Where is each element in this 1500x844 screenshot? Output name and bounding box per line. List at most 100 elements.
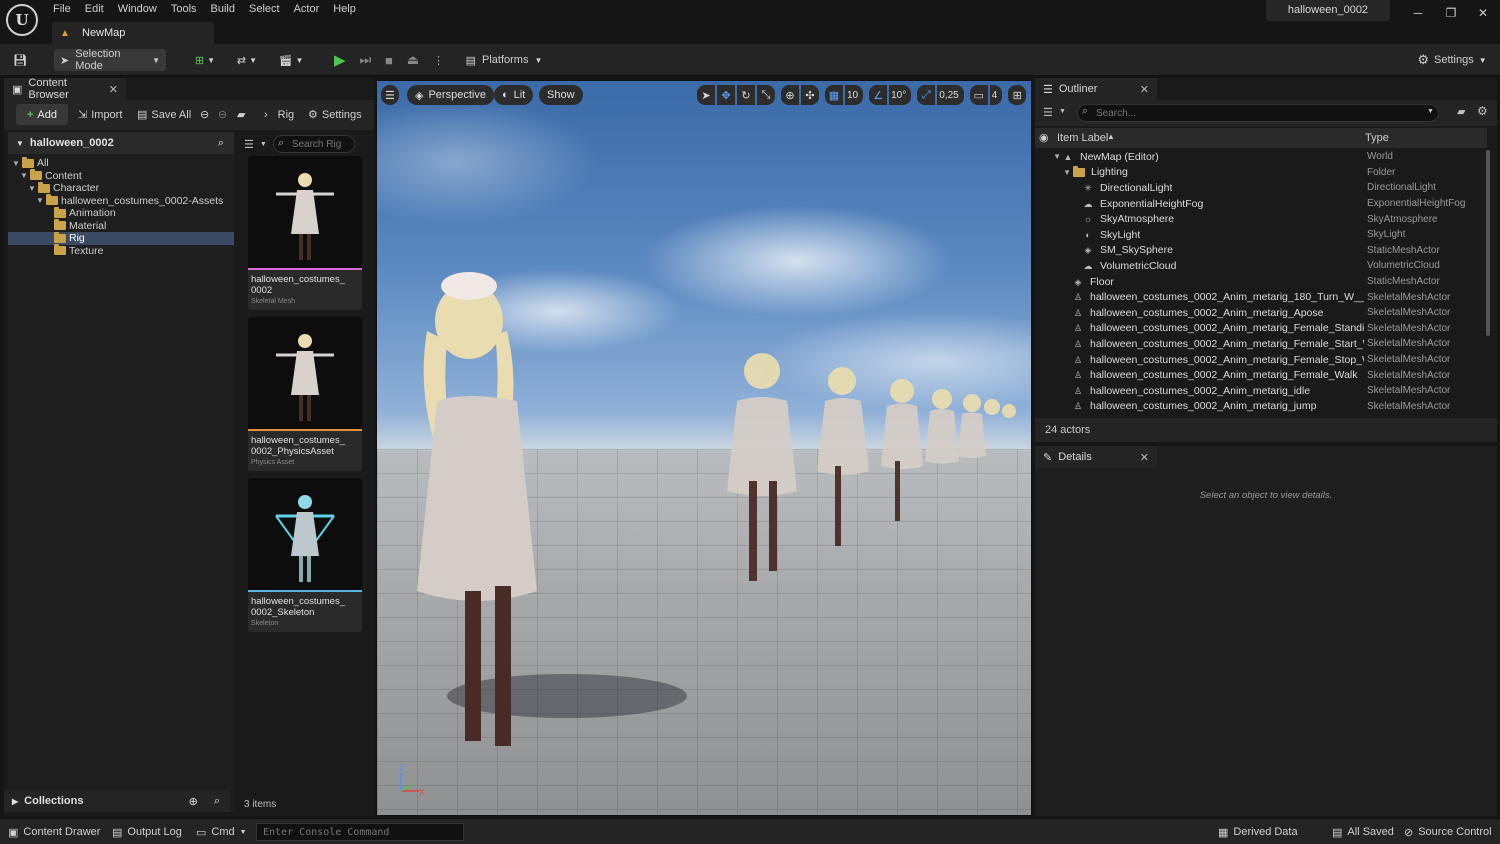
type-header[interactable]: Type [1365, 132, 1389, 144]
add-button[interactable]: + Add [16, 104, 68, 125]
map-tab[interactable]: ▲ NewMap [52, 22, 214, 44]
translate-tool-icon[interactable]: ✥ [717, 85, 735, 105]
asset-tile[interactable]: halloween_costumes_ 0002_PhysicsAsset Phy… [248, 317, 362, 471]
menu-build[interactable]: Build [204, 0, 242, 20]
outliner-row[interactable]: ♙ halloween_costumes_0002_Anim_metarig_id… [1035, 383, 1487, 399]
outliner-row[interactable]: ♙ halloween_costumes_0002_Anim_metarig_Fe… [1035, 336, 1487, 352]
chevron-down-icon[interactable]: ▼ [28, 184, 38, 193]
cmd-dropdown[interactable]: ▭ Cmd ▼ [196, 822, 247, 842]
maximize-button[interactable]: ❐ [1436, 4, 1466, 22]
menu-file[interactable]: File [46, 0, 78, 20]
grid-snap-value[interactable]: 10 [845, 85, 864, 105]
outliner-row[interactable]: ▼ Lighting Folder [1035, 165, 1487, 181]
lit-dropdown[interactable]: ◐ Lit [494, 85, 534, 105]
select-tool-icon[interactable]: ➤ [697, 85, 715, 105]
show-dropdown[interactable]: Show [539, 85, 583, 105]
add-actor-dropdown[interactable]: ⊞ ▼ [190, 49, 220, 71]
outliner-row[interactable]: ◐ SkyLight SkyLight [1035, 227, 1487, 243]
content-browser-tab[interactable]: ▣ Content Browser ✕ [4, 77, 126, 101]
close-icon[interactable]: ✕ [1140, 451, 1149, 464]
outliner-row[interactable]: ☁ ExponentialHeightFog ExponentialHeightFo… [1035, 196, 1487, 212]
filter-icon[interactable]: ☰ [244, 138, 254, 151]
derived-data-button[interactable]: ▦ Derived Data [1218, 822, 1298, 842]
chevron-down-icon[interactable]: ▼ [36, 196, 46, 205]
menu-tools[interactable]: Tools [164, 0, 204, 20]
rotation-snap-icon[interactable]: ∠ [869, 85, 888, 105]
asset-search-input[interactable] [272, 135, 355, 153]
import-button[interactable]: ⇲ Import [78, 104, 122, 125]
tree-item-animation[interactable]: Animation [8, 206, 234, 220]
outliner-row[interactable]: ◈ Floor StaticMeshActor [1035, 274, 1487, 290]
platforms-dropdown[interactable]: ▤ Platforms ▼ [464, 49, 544, 71]
outliner-row[interactable]: ♙ halloween_costumes_0002_Anim_metarig_Fe… [1035, 321, 1487, 337]
outliner-row[interactable]: ♙ halloween_costumes_0002_Anim_metarig_18… [1035, 289, 1487, 305]
outliner-search-input[interactable] [1077, 104, 1439, 122]
menu-actor[interactable]: Actor [287, 0, 327, 20]
menu-window[interactable]: Window [111, 0, 164, 20]
chevron-down-icon[interactable]: ▼ [12, 159, 22, 168]
outliner-row[interactable]: ✳ DirectionalLight DirectionalLight [1035, 180, 1487, 196]
filter-icon[interactable]: ☰ [1043, 106, 1053, 119]
step-icon[interactable]: ⏭ [359, 49, 371, 71]
grid-snap-icon[interactable]: ▦ [825, 85, 843, 105]
tree-item-all[interactable]: ▼ All [8, 156, 234, 170]
details-tab[interactable]: ✎ Details ✕ [1035, 446, 1157, 468]
tree-item-halloween-costumes-0002-assets[interactable]: ▼ halloween_costumes_0002-Assets [8, 194, 234, 208]
save-all-button[interactable]: ▤ Save All [137, 104, 191, 125]
save-button[interactable]: 💾︎ [10, 49, 30, 71]
item-label-header[interactable]: Item Label [1057, 132, 1108, 144]
outliner-row[interactable]: ▼ ▲ NewMap (Editor) World [1035, 149, 1487, 165]
search-icon[interactable]: ⌕ [214, 795, 220, 808]
outliner-row[interactable]: ◈ SM_SkySphere StaticMeshActor [1035, 243, 1487, 259]
outliner-row[interactable]: ♙ halloween_costumes_0002_Anim_metarig_Fe… [1035, 352, 1487, 368]
level-viewport[interactable]: Z X ☰ ◈ Perspective ◐ Lit Show ➤ ✥ ↻ ⤡ ⊕ ✣… [376, 80, 1032, 816]
viewport-menu-button[interactable]: ☰ [381, 85, 399, 105]
cinematics-dropdown[interactable]: 🎬︎ ▼ [276, 49, 306, 71]
scale-snap-value[interactable]: 0,25 [937, 85, 964, 105]
outliner-tab[interactable]: ☰ Outliner ✕ [1035, 78, 1157, 100]
rotation-snap-value[interactable]: 10° [889, 85, 912, 105]
eject-icon[interactable]: ⏏ [407, 49, 419, 71]
source-control-button[interactable]: ⊘ Source Control [1404, 822, 1492, 842]
menu-select[interactable]: Select [242, 0, 287, 20]
settings-dropdown[interactable]: ⚙ Settings ▼ [1414, 49, 1490, 71]
outliner-row[interactable]: ☼ SkyAtmosphere SkyAtmosphere [1035, 211, 1487, 227]
output-log-button[interactable]: ▤ Output Log [112, 822, 182, 842]
tree-item-material[interactable]: Material [8, 219, 234, 233]
outliner-row[interactable]: ☁ VolumetricCloud VolumetricCloud [1035, 258, 1487, 274]
folder-path-button[interactable]: ▰ [237, 104, 245, 125]
outliner-row[interactable]: ♙ halloween_costumes_0002_Anim_metarig_Ap… [1035, 305, 1487, 321]
rotate-tool-icon[interactable]: ↻ [737, 85, 755, 105]
content-drawer-button[interactable]: ▣ Content Drawer [8, 822, 100, 842]
chevron-down-icon[interactable]: ▼ [20, 171, 30, 180]
new-folder-icon[interactable]: ▰ [1457, 105, 1465, 118]
asset-tile[interactable]: halloween_costumes_ 0002 Skeletal Mesh [248, 156, 362, 310]
unreal-logo-icon[interactable]: U [6, 4, 38, 36]
camera-speed-icon[interactable]: ▭ [969, 85, 988, 105]
visibility-icon[interactable]: ◉ [1039, 131, 1049, 144]
cb-settings-button[interactable]: ⚙ Settings [308, 104, 362, 125]
scale-tool-icon[interactable]: ⤡ [757, 85, 775, 105]
world-space-icon[interactable]: ⊕ [781, 85, 799, 105]
surface-snap-icon[interactable]: ✣ [801, 85, 819, 105]
outliner-row[interactable]: ♙ halloween_costumes_0002_Anim_metarig_Fe… [1035, 367, 1487, 383]
collections-header[interactable]: ▶ Collections ⊕ ⌕ [4, 790, 230, 812]
tree-item-content[interactable]: ▼ Content [8, 169, 234, 183]
asset-tile[interactable]: halloween_costumes_ 0002_Skeleton Skeleto… [248, 478, 362, 632]
blueprint-dropdown[interactable]: ⇄ ▼ [232, 49, 262, 71]
search-icon[interactable]: ⌕ [218, 137, 224, 150]
stop-icon[interactable]: ■ [385, 49, 393, 71]
menu-help[interactable]: Help [326, 0, 363, 20]
close-window-button[interactable]: ✕ [1468, 4, 1498, 22]
menu-edit[interactable]: Edit [78, 0, 111, 20]
history-forward-button[interactable]: ⊖ [218, 104, 227, 125]
close-icon[interactable]: ✕ [109, 83, 118, 96]
outliner-scrollbar[interactable] [1486, 150, 1490, 336]
perspective-dropdown[interactable]: ◈ Perspective [407, 85, 494, 105]
history-back-button[interactable]: ⊖ [200, 104, 209, 125]
scale-snap-icon[interactable]: ⤢ [917, 85, 936, 105]
close-icon[interactable]: ✕ [1140, 83, 1149, 96]
minimize-button[interactable]: ─ [1403, 4, 1433, 22]
selection-mode-dropdown[interactable]: ➤ Selection Mode ▼ [54, 48, 166, 72]
play-icon[interactable]: ▶ [334, 49, 346, 71]
